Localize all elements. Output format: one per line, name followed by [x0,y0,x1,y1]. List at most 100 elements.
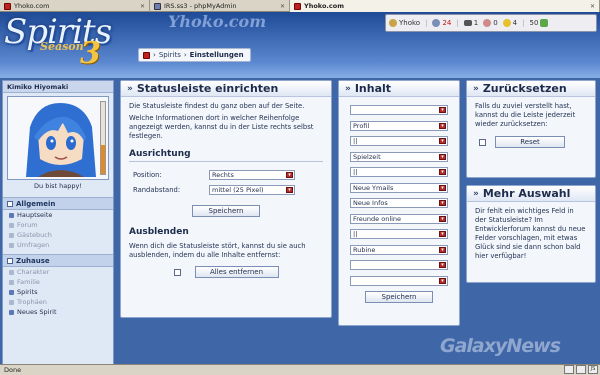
content-slot-select[interactable]: Freunde online ▾ [350,213,448,224]
sidebar-item-spirits[interactable]: Spirits [3,287,113,297]
panel-title: » Statusleiste einrichten [121,81,331,97]
randabstand-label: Randabstand: [133,185,181,194]
mail-icon [463,20,472,26]
user-avatar-icon [389,19,397,27]
user-item[interactable]: Yhoko [389,19,420,27]
chevron-down-icon: ▾ [439,231,446,237]
family-icon [9,279,14,285]
messages-item[interactable]: 0 [483,19,498,27]
spirits-icon [143,51,150,59]
chevron-right-icon: » [473,188,479,199]
chevron-down-icon: ▾ [439,262,446,268]
content-slot-select[interactable]: Spielzeit ▾ [350,151,448,162]
score-item[interactable]: 50 [530,19,549,27]
browser-tab-2[interactable]: IRS.ss3 - phpMyAdmin ✕ [150,0,290,12]
sidebar-section-header[interactable]: Allgemein [3,198,113,210]
mood-meter [100,101,106,175]
save-alignment-button[interactable]: Speichern [192,205,260,217]
panel-title: » Mehr Auswahl [467,186,595,202]
content-slot-select[interactable]: ▾ [350,105,448,115]
statusbar-settings-panel: » Statusleiste einrichten Die Statusleis… [120,80,332,318]
character-portrait-icon [8,97,108,179]
mail-item[interactable]: 1 [463,19,479,27]
mail-value: 1 [473,19,479,27]
chevron-right-icon: » [345,83,351,94]
chevron-down-icon: ▾ [439,122,446,129]
chevron-down-icon: ▾ [439,246,446,253]
spirits-icon [9,289,14,295]
remove-all-button[interactable]: Alles entfernen [194,266,279,278]
user-status-bar: Yhoko | 24 | 1 0 4 | 50 [385,14,597,32]
chevron-down-icon: ▾ [439,169,446,175]
save-content-button[interactable]: Speichern [365,291,433,303]
sidebar-item-forum: Forum [3,220,113,230]
collapse-icon [7,200,13,207]
sidebar-item-umfragen: Umfragen [3,240,113,250]
chevron-down-icon: ▾ [439,107,446,113]
yhoko-favicon-icon [294,2,301,10]
sidebar-item-charakter: Charakter [3,267,113,277]
gold-item[interactable]: 4 [502,19,518,27]
ausblenden-text: Wenn dich die Statusleiste stört, kannst… [129,242,306,259]
security-icon[interactable] [564,365,574,374]
playtime-value: 24 [442,19,452,27]
score-icon [540,19,549,27]
season-label: Season [40,40,84,53]
breadcrumb-link-spirits[interactable]: Spirits [159,51,181,59]
browser-tab-strip: Yhoko.com ✕ IRS.ss3 - phpMyAdmin ✕ Yhoko… [0,0,600,12]
chevron-down-icon: ▾ [439,184,446,191]
status-text: Done [4,366,22,374]
randabstand-select[interactable]: mittel (25 Pixel) ▾ [209,185,295,195]
javascript-icon[interactable]: JS [588,365,598,374]
content-slot-select[interactable]: ▾ [350,275,448,286]
breadcrumb: › Spirits › Einstellungen [138,48,251,62]
profile-name[interactable]: Kimiko Hiyomaki [3,81,113,93]
chevron-down-icon: ▾ [439,138,446,144]
chevron-down-icon: ▾ [439,215,446,222]
content-slot-select[interactable]: ▾ [350,260,448,270]
browser-tab-3[interactable]: Yhoko.com ✕ [290,0,600,12]
username: Yhoko [399,19,421,27]
close-tab-icon[interactable]: ✕ [587,3,595,10]
messages-value: 0 [493,19,498,27]
content-slot-select[interactable]: Neue Infos ▾ [350,198,448,208]
intro-text-2: Welche Informationen dort in welcher Rei… [129,114,314,140]
poll-icon [9,242,14,248]
sidebar-item-hauptseite[interactable]: Hauptseite [3,210,113,220]
content-slot-select[interactable]: || ▾ [350,167,448,177]
phpmyadmin-favicon-icon [154,2,161,10]
position-label: Position: [133,170,162,179]
collapse-icon [7,257,13,264]
content-slot-select[interactable]: || ▾ [350,136,448,146]
panel-title: » Inhalt [339,81,459,97]
sidebar-section-zuhause: Zuhause Charakter Familie Spirits Trophä… [3,254,113,317]
sidebar-section-header[interactable]: Zuhause [3,255,113,267]
ausblenden-heading: Ausblenden [129,227,189,237]
close-tab-icon[interactable]: ✕ [277,3,285,10]
brand-text: Yhoko.com [168,12,267,31]
chevron-down-icon: ▾ [286,172,293,178]
close-tab-icon[interactable]: ✕ [137,3,145,10]
content-slot-select[interactable]: Profil ▾ [350,120,448,131]
content-slot-select[interactable]: Rubine ▾ [350,244,448,255]
ausrichtung-heading: Ausrichtung [129,149,323,162]
smiley-icon [502,19,511,27]
score-value: 50 [529,19,539,27]
reset-button[interactable]: Reset [495,136,565,148]
remove-all-checkbox[interactable] [173,268,181,276]
gold-value: 4 [512,19,518,27]
more-options-text: Dir fehlt ein wichtiges Feld in der Stat… [475,207,586,260]
sidebar-item-neues-spirit[interactable]: Neues Spirit [3,307,113,317]
sidebar: Kimiko Hiyomaki Du bist happy! Allgemein… [2,80,114,365]
content-slot-select[interactable]: Neue Ymails ▾ [350,182,448,193]
position-select[interactable]: Rechts ▾ [209,170,295,180]
reset-checkbox[interactable] [479,138,486,146]
reset-panel: » Zurücksetzen Falls du zuviel verstellt… [466,80,596,178]
browser-status-bar: Done [0,364,600,375]
content-slot-select[interactable]: || ▾ [350,229,448,239]
browser-tab-label: IRS.ss3 - phpMyAdmin [164,2,237,10]
addon-icon[interactable] [576,365,586,374]
browser-tab-1[interactable]: Yhoko.com ✕ [0,0,150,12]
playtime-item[interactable]: 24 [432,19,451,27]
avatar[interactable] [7,96,109,180]
